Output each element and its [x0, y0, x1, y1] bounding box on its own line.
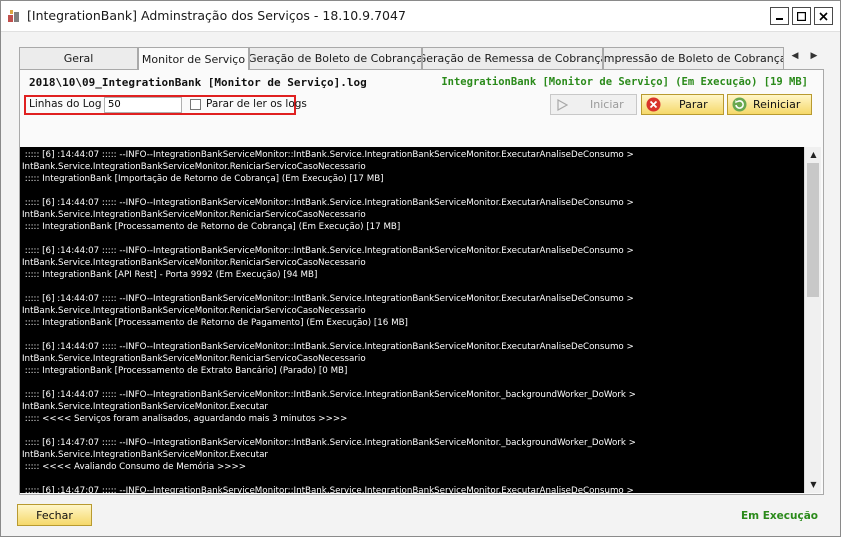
log-line: ::::: IntegrationBank [Processamento de …	[22, 318, 408, 328]
stop-label: Parar	[679, 98, 708, 111]
minimize-icon[interactable]	[770, 7, 789, 25]
title-bar: [IntegrationBank] Adminstração dos Servi…	[1, 1, 840, 32]
log-entry: ::::: [6] :14:47:07 ::::: --INFO--Integr…	[22, 437, 792, 473]
stop-reading-label: Parar de ler os logs	[206, 98, 307, 110]
log-line: IntBank.Service.IntegrationBankServiceMo…	[22, 258, 366, 268]
log-line: ::::: [6] :14:47:07 ::::: --INFO--Integr…	[22, 438, 636, 448]
close-icon[interactable]	[814, 7, 833, 25]
log-line: IntBank.Service.IntegrationBankServiceMo…	[22, 162, 366, 172]
log-line: ::::: IntegrationBank [Processamento de …	[22, 222, 401, 232]
tab-scroll-right-icon[interactable]: ▶	[808, 51, 820, 65]
log-line: ::::: IntegrationBank [Importação de Ret…	[22, 174, 384, 184]
tab-bar: Geral Monitor de Serviço Geração de Bole…	[19, 47, 824, 70]
scroll-down-icon[interactable]: ▼	[805, 478, 821, 492]
log-entry: ::::: [6] :14:44:07 ::::: --INFO--Integr…	[22, 293, 792, 329]
maximize-icon[interactable]	[792, 7, 811, 25]
log-line: ::::: [6] :14:47:07 ::::: --INFO--Integr…	[22, 486, 634, 493]
log-entry: ::::: [6] :14:44:07 ::::: --INFO--Integr…	[22, 197, 792, 233]
tab-scroll-left-icon[interactable]: ◀	[789, 51, 801, 65]
tab-label: Geração de Boleto de Cobrança	[249, 52, 422, 65]
log-line: ::::: [6] :14:44:07 ::::: --INFO--Integr…	[22, 150, 634, 160]
lines-label: Linhas do Log	[29, 98, 102, 110]
log-line: ::::: IntegrationBank [API Rest] - Porta…	[22, 270, 318, 280]
service-status: IntegrationBank [Monitor de Serviço] (Em…	[441, 76, 808, 88]
stop-button[interactable]: Parar	[641, 94, 724, 115]
stop-icon	[645, 97, 661, 113]
log-line: IntBank.Service.IntegrationBankServiceMo…	[22, 402, 269, 412]
tab-label: Geral	[63, 52, 94, 65]
close-button[interactable]: Fechar	[17, 504, 92, 526]
log-file-name: 2018\10\09_IntegrationBank [Monitor de S…	[29, 76, 367, 89]
log-line: IntBank.Service.IntegrationBankServiceMo…	[22, 210, 366, 220]
app-window: [IntegrationBank] Adminstração dos Servi…	[0, 0, 841, 537]
log-text: ::::: [6] :14:44:07 ::::: --INFO--Integr…	[22, 149, 792, 493]
footer-status: Em Execução	[740, 510, 818, 522]
log-line: ::::: [6] :14:44:07 ::::: --INFO--Integr…	[22, 198, 634, 208]
tab-monitor-de-servico[interactable]: Monitor de Serviço	[138, 47, 249, 70]
log-line: IntBank.Service.IntegrationBankServiceMo…	[22, 450, 269, 460]
log-line: IntBank.Service.IntegrationBankServiceMo…	[22, 354, 366, 364]
start-button[interactable]: Iniciar	[550, 94, 637, 115]
log-entry: ::::: [6] :14:44:07 ::::: --INFO--Integr…	[22, 149, 792, 185]
log-line: ::::: [6] :14:44:07 ::::: --INFO--Integr…	[22, 342, 634, 352]
log-line: ::::: [6] :14:44:07 ::::: --INFO--Integr…	[22, 246, 634, 256]
tab-impressao-boleto[interactable]: Impressão de Boleto de Cobrança	[603, 47, 784, 69]
start-label: Iniciar	[590, 98, 624, 111]
log-scrollbar[interactable]: ▲ ▼	[804, 147, 821, 493]
log-line: ::::: <<<< Serviços foram analisados, ag…	[22, 414, 348, 424]
log-entry: ::::: [6] :14:47:07 ::::: --INFO--Integr…	[22, 485, 792, 493]
tab-geracao-boleto[interactable]: Geração de Boleto de Cobrança	[249, 47, 422, 69]
restart-button[interactable]: Reiniciar	[727, 94, 812, 115]
log-line: ::::: [6] :14:44:07 ::::: --INFO--Integr…	[22, 294, 634, 304]
scroll-up-icon[interactable]: ▲	[805, 148, 821, 162]
tab-label: Geração de Remessa de Cobrança	[422, 52, 603, 65]
log-line: IntBank.Service.IntegrationBankServiceMo…	[22, 306, 366, 316]
play-icon	[554, 97, 570, 113]
app-icon	[7, 9, 21, 23]
log-entry: ::::: [6] :14:44:07 ::::: --INFO--Integr…	[22, 245, 792, 281]
lines-input[interactable]: 50	[104, 97, 182, 113]
log-line: ::::: [6] :14:44:07 ::::: --INFO--Integr…	[22, 390, 636, 400]
scroll-thumb[interactable]	[807, 163, 819, 297]
log-line: ::::: <<<< Avaliando Consumo de Memória …	[22, 462, 247, 472]
window-title: [IntegrationBank] Adminstração dos Servi…	[27, 8, 406, 23]
stop-reading-checkbox[interactable]	[190, 99, 201, 110]
log-line: ::::: IntegrationBank [Processamento de …	[22, 366, 348, 376]
tab-geracao-remessa[interactable]: Geração de Remessa de Cobrança	[422, 47, 603, 69]
tab-label: Monitor de Serviço	[141, 52, 246, 66]
tab-geral[interactable]: Geral	[19, 47, 138, 69]
tab-label: Impressão de Boleto de Cobrança	[603, 52, 784, 65]
restart-icon	[731, 97, 747, 113]
log-console[interactable]: ::::: [6] :14:44:07 ::::: --INFO--Integr…	[20, 147, 821, 493]
log-entry: ::::: [6] :14:44:07 ::::: --INFO--Integr…	[22, 341, 792, 377]
log-entry: ::::: [6] :14:44:07 ::::: --INFO--Integr…	[22, 389, 792, 425]
restart-label: Reiniciar	[753, 98, 801, 111]
